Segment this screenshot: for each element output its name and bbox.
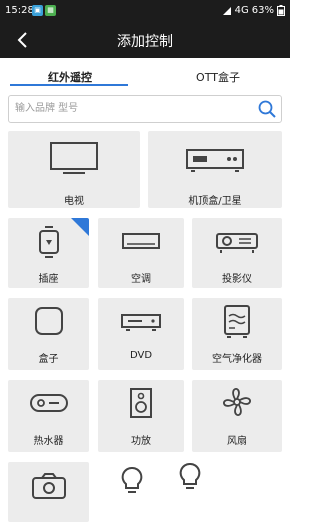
device-label: 风扇 [227,436,247,447]
device-label: 空调 [131,274,151,285]
light-bulb-icon [179,462,201,489]
device-air-purifier[interactable]: 空气净化器 [192,298,282,370]
device-light-2[interactable] [170,462,210,502]
dvd-icon [121,314,161,331]
device-socket[interactable]: 插座 [8,218,89,288]
device-water-heater[interactable]: 热水器 [8,380,89,452]
set-top-box-icon [186,149,244,172]
socket-icon [38,226,59,258]
new-badge [71,218,89,236]
device-label: 功放 [131,436,151,447]
device-fan[interactable]: 风扇 [192,380,282,452]
tab-ott-box[interactable]: OTT盒子 [148,69,288,85]
device-dvd[interactable]: DVD [98,298,184,370]
device-label: 热水器 [33,436,64,447]
device-label: 机顶盒/卫星 [188,196,242,207]
box-icon [34,307,63,335]
app-bar: 添加控制 [0,22,290,58]
light-bulb-icon [122,466,143,493]
battery-percent: 63% [251,5,274,16]
page-title: 添加控制 [117,34,173,50]
air-purifier-icon [224,305,250,338]
active-tab-indicator [10,84,128,86]
projector-icon [216,233,258,253]
device-label: DVD [129,350,153,361]
camera-icon [31,473,66,499]
device-amplifier[interactable]: 功放 [98,380,184,452]
device-label: 空气净化器 [212,354,262,365]
water-heater-icon [29,394,68,412]
status-right: 4G 63% [222,5,285,16]
device-label: 投影仪 [222,274,252,285]
device-camera[interactable] [8,462,89,522]
battery-icon [277,5,285,16]
search-bar [8,95,282,123]
search-icon [258,100,276,118]
tv-icon [50,142,98,174]
notification-icon: ▣ [32,5,43,16]
status-time: 15:28 [5,5,34,16]
fan-icon [223,388,251,416]
device-projector[interactable]: 投影仪 [192,218,282,288]
device-set-top-box[interactable]: 机顶盒/卫星 [148,131,282,208]
search-button[interactable] [257,99,277,119]
search-input[interactable] [15,100,251,116]
tab-infrared[interactable]: 红外遥控 [0,69,140,85]
device-tv[interactable]: 电视 [8,131,140,208]
app-notification-icon: ▦ [45,5,56,16]
device-air-conditioner[interactable]: 空调 [98,218,184,288]
device-box[interactable]: 盒子 [8,298,89,370]
status-bar: 15:28 ▣ ▦ 4G 63% [0,0,290,22]
network-type: 4G [234,5,249,16]
signal-icon [222,6,231,15]
device-label: 盒子 [38,354,59,365]
speaker-icon [130,388,152,418]
air-conditioner-icon [122,233,160,249]
device-label: 电视 [64,196,84,207]
device-label: 插座 [38,274,59,285]
